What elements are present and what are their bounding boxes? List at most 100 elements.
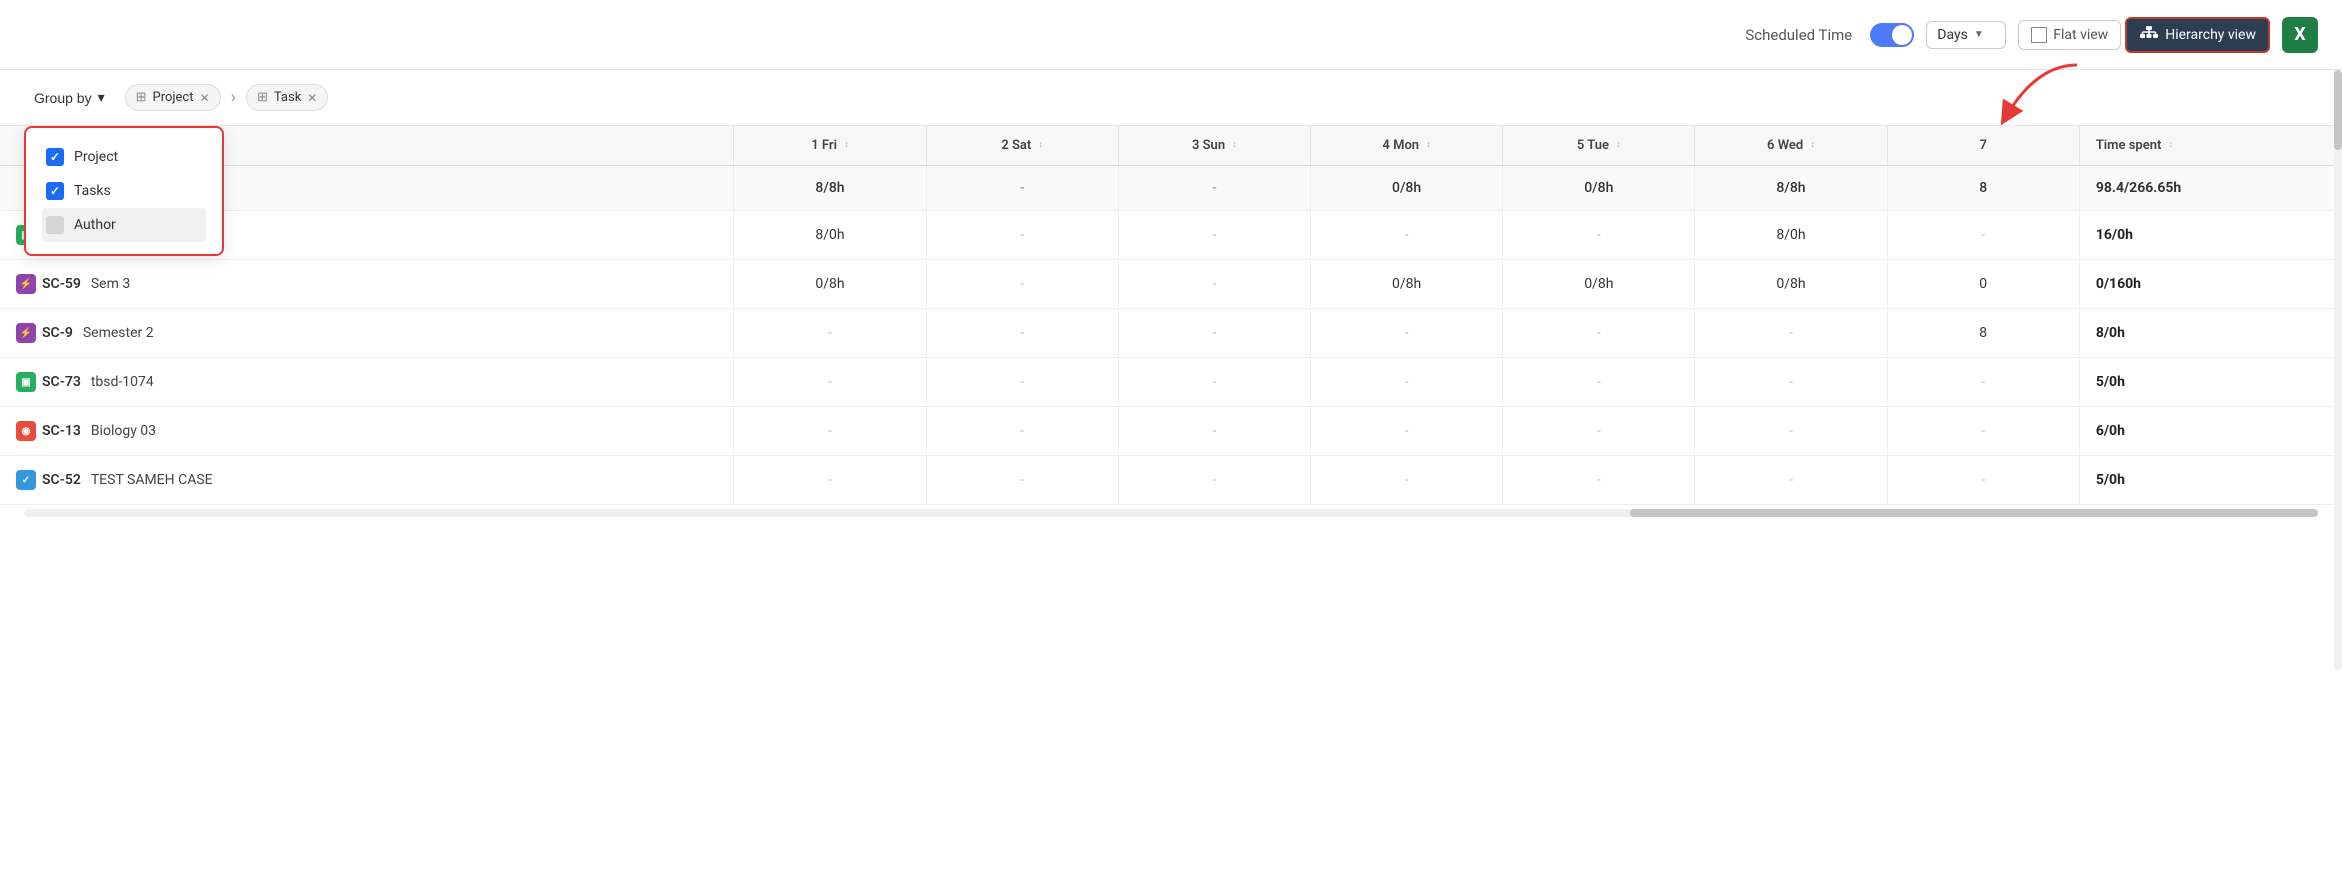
row-4-tue: - (1503, 407, 1695, 456)
vertical-scrollbar[interactable] (2334, 70, 2342, 670)
task-badge-icon-1: ⚡ (16, 274, 36, 294)
sort-icon-1fri: ↕ (844, 141, 849, 150)
checkbox-tasks[interactable] (46, 182, 64, 200)
toolbar: Scheduled Time Days ▼ Flat view (0, 0, 2342, 70)
task-title-5: TEST SAMEH CASE (91, 472, 213, 488)
col-header-7[interactable]: 7 (1887, 126, 2079, 166)
days-dropdown[interactable]: Days ▼ (1926, 21, 2006, 49)
hierarchy-view-label: Hierarchy view (2165, 27, 2256, 43)
task-name-cell-2[interactable]: ⚡ SC-9 Semester 2 (0, 309, 734, 358)
row-0-wed: 8/0h (1695, 211, 1887, 260)
task-badge-icon-2: ⚡ (16, 323, 36, 343)
summary-tue: 0/8h (1503, 166, 1695, 211)
task-title-1: Sem 3 (91, 276, 130, 292)
dropdown-tasks-label: Tasks (74, 183, 111, 199)
sort-icon-4mon: ↕ (1426, 141, 1431, 150)
summary-fri: 8/8h (734, 166, 926, 211)
table-container: 1 Fri ↕ 2 Sat ↕ 3 Sun ↕ 4 Mon ↕ (0, 126, 2342, 505)
row-5-day7: - (1887, 456, 2079, 505)
task-id-1: SC-59 (42, 276, 81, 292)
task-title-3: tbsd-1074 (91, 374, 154, 390)
row-0-sat: - (926, 211, 1118, 260)
row-3-mon: - (1311, 358, 1503, 407)
sort-icon-2sat: ↕ (1039, 141, 1044, 150)
row-4-mon: - (1311, 407, 1503, 456)
row-2-fri: - (734, 309, 926, 358)
task-name-cell-3[interactable]: ▣ SC-73 tbsd-1074 (0, 358, 734, 407)
chip-task[interactable]: ⊞ Task ✕ (246, 84, 328, 111)
scheduled-time-toggle[interactable] (1870, 23, 1914, 47)
dropdown-item-project[interactable]: Project (42, 140, 206, 174)
flat-view-icon (2031, 27, 2047, 43)
summary-sat: - (926, 166, 1118, 211)
row-0-sun: - (1118, 211, 1310, 260)
group-by-label: Group by (34, 90, 92, 106)
row-3-wed: - (1695, 358, 1887, 407)
row-1-day7: 0 (1887, 260, 2079, 309)
col-header-1fri[interactable]: 1 Fri ↕ (734, 126, 926, 166)
sort-icon-timespent: ↕ (2169, 141, 2174, 150)
flat-view-button[interactable]: Flat view (2018, 20, 2121, 50)
flat-view-label: Flat view (2053, 27, 2108, 43)
horizontal-scrollbar[interactable] (24, 509, 2318, 517)
row-3-sat: - (926, 358, 1118, 407)
row-2-sat: - (926, 309, 1118, 358)
scheduled-time-label: Scheduled Time (1745, 26, 1852, 44)
col-header-4mon[interactable]: 4 Mon ↕ (1311, 126, 1503, 166)
hierarchy-view-button[interactable]: Hierarchy view (2125, 17, 2270, 53)
checkbox-project[interactable] (46, 148, 64, 166)
sort-icon-5tue: ↕ (1616, 141, 1621, 150)
task-id-5: SC-52 (42, 472, 81, 488)
row-2-mon: - (1311, 309, 1503, 358)
row-2-wed: - (1695, 309, 1887, 358)
vertical-scrollbar-thumb[interactable] (2334, 70, 2342, 150)
dropdown-item-author[interactable]: Author (42, 208, 206, 242)
table-row: ◉ SC-13 Biology 03 - - - - - - - 6/0h (0, 407, 2342, 456)
group-by-chevron-icon: ▾ (98, 89, 105, 106)
task-name-cell-4[interactable]: ◉ SC-13 Biology 03 (0, 407, 734, 456)
col-header-5tue[interactable]: 5 Tue ↕ (1503, 126, 1695, 166)
row-4-fri: - (734, 407, 926, 456)
checkbox-author[interactable] (46, 216, 64, 234)
col-header-timespent[interactable]: Time spent ↕ (2079, 126, 2341, 166)
row-2-tue: - (1503, 309, 1695, 358)
col-header-2sat[interactable]: 2 Sat ↕ (926, 126, 1118, 166)
chip-project-close[interactable]: ✕ (200, 91, 210, 105)
dropdown-author-label: Author (74, 217, 116, 233)
row-3-timespent: 5/0h (2079, 358, 2341, 407)
task-id-4: SC-13 (42, 423, 81, 439)
col-header-3sun[interactable]: 3 Sun ↕ (1118, 126, 1310, 166)
summary-day7: 8 (1887, 166, 2079, 211)
table-header-row: 1 Fri ↕ 2 Sat ↕ 3 Sun ↕ 4 Mon ↕ (0, 126, 2342, 166)
summary-timespent: 98.4/266.65h (2079, 166, 2341, 211)
row-0-fri: 8/0h (734, 211, 926, 260)
row-3-tue: - (1503, 358, 1695, 407)
row-5-tue: - (1503, 456, 1695, 505)
group-by-button[interactable]: Group by ▾ (24, 84, 115, 111)
excel-export-button[interactable]: X (2282, 17, 2318, 53)
excel-icon: X (2294, 24, 2305, 45)
row-5-fri: - (734, 456, 926, 505)
task-badge-icon-5: ✓ (16, 470, 36, 490)
summary-row: 8/8h - - 0/8h 0/8h 8/8h 8 98.4/266.65h (0, 166, 2342, 211)
row-4-sat: - (926, 407, 1118, 456)
summary-mon: 0/8h (1311, 166, 1503, 211)
row-4-wed: - (1695, 407, 1887, 456)
dropdown-item-tasks[interactable]: Tasks (42, 174, 206, 208)
horizontal-scrollbar-thumb[interactable] (1630, 509, 2318, 517)
chip-task-close[interactable]: ✕ (307, 91, 317, 105)
summary-sun: - (1118, 166, 1310, 211)
task-name-cell-1[interactable]: ⚡ SC-59 Sem 3 (0, 260, 734, 309)
row-0-day7: - (1887, 211, 2079, 260)
chip-project[interactable]: ⊞ Project ✕ (125, 84, 221, 111)
row-2-timespent: 8/0h (2079, 309, 2341, 358)
table-row: ▣ SC-73 tbsd-1074 - - - - - - - 5/0h (0, 358, 2342, 407)
view-buttons: Flat view Hierarchy v (2018, 17, 2270, 53)
summary-wed: 8/8h (1695, 166, 1887, 211)
row-0-tue: - (1503, 211, 1695, 260)
task-id-3: SC-73 (42, 374, 81, 390)
row-5-timespent: 5/0h (2079, 456, 2341, 505)
col-header-6wed[interactable]: 6 Wed ↕ (1695, 126, 1887, 166)
task-name-cell-5[interactable]: ✓ SC-52 TEST SAMEH CASE (0, 456, 734, 505)
row-2-day7: 8 (1887, 309, 2079, 358)
